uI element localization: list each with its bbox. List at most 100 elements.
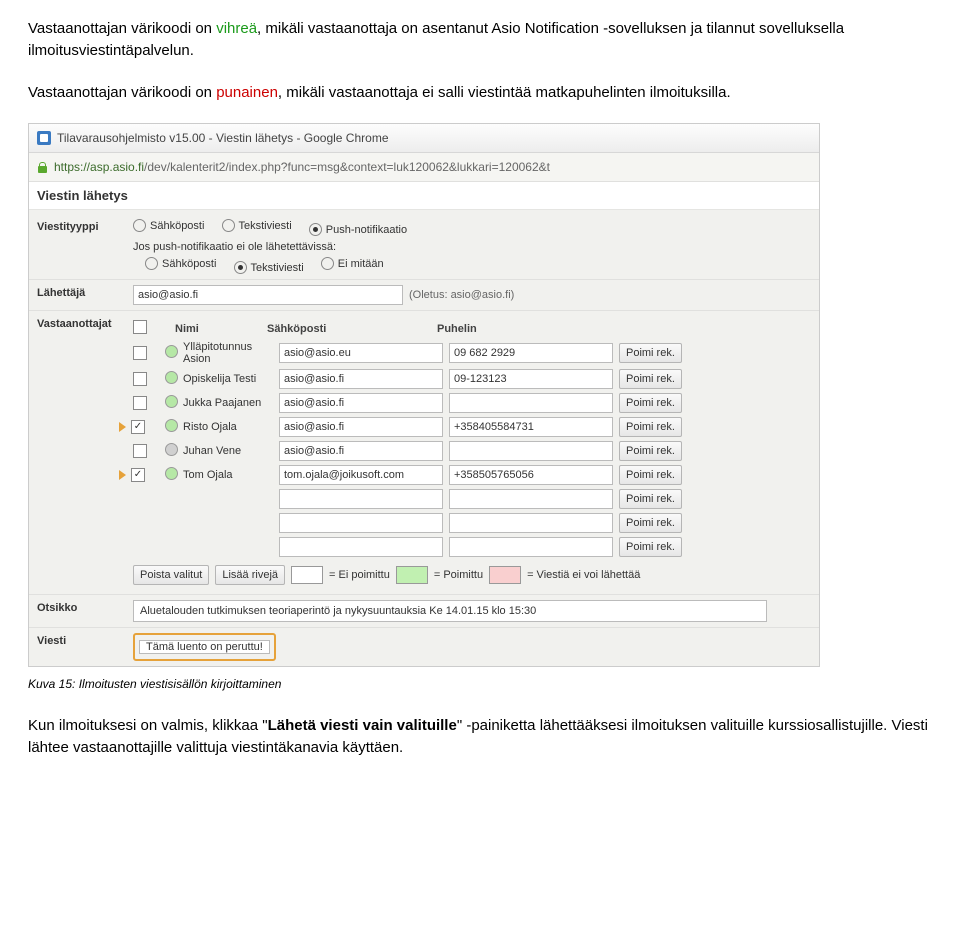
window-title: Tilavarausohjelmisto v15.00 - Viestin lä… <box>57 131 389 145</box>
recipient-email-input[interactable]: asio@asio.fi <box>279 393 443 413</box>
recipient-email-input[interactable]: asio@asio.eu <box>279 343 443 363</box>
recipient-name: Tom Ojala <box>183 469 279 481</box>
legend-unpicked: = Ei poimittu <box>329 569 390 581</box>
row-checkbox[interactable] <box>133 346 147 360</box>
message-input[interactable]: Tämä luento on peruttu! <box>139 640 270 654</box>
p3-bold: Lähetä viesti vain valituille <box>268 717 457 734</box>
radio-fb-sms[interactable]: Tekstiviesti <box>234 261 304 274</box>
recipient-name: Risto Ojala <box>183 421 279 433</box>
recipient-phone-input[interactable] <box>449 489 613 509</box>
label-subject: Otsikko <box>37 600 133 614</box>
window-titlebar: Tilavarausohjelmisto v15.00 - Viestin lä… <box>29 124 819 153</box>
label-message-type: Viestityyppi <box>37 219 133 233</box>
recipient-email-input[interactable] <box>279 537 443 557</box>
p2-text-2: , mikäli vastaanottaja ei salli viestint… <box>278 84 731 101</box>
recipient-phone-input[interactable]: +358405584731 <box>449 417 613 437</box>
status-dot-icon <box>165 395 178 408</box>
recipient-phone-input[interactable] <box>449 513 613 533</box>
row-message-type: Viestityyppi Sähköposti Tekstiviesti Pus… <box>29 214 819 280</box>
status-dot-icon <box>165 419 178 432</box>
url-path: /dev/kalenterit2/index.php?func=msg&cont… <box>144 160 550 174</box>
recipient-phone-input[interactable] <box>449 441 613 461</box>
radio-fb-sms-label: Tekstiviesti <box>251 262 304 274</box>
fallback-note: Jos push-notifikaatio ei ole lähetettävi… <box>133 241 811 253</box>
legend-nosend: = Viestiä ei voi lähettää <box>527 569 640 581</box>
radio-email-label: Sähköposti <box>150 220 204 232</box>
status-dot-icon <box>165 443 178 456</box>
pick-record-button[interactable]: Poimi rek. <box>619 513 682 533</box>
legend-swatch-picked <box>396 566 428 584</box>
col-email: Sähköposti <box>267 323 437 335</box>
form-area: Viestityyppi Sähköposti Tekstiviesti Pus… <box>29 210 819 666</box>
p1-green: vihreä <box>216 20 257 37</box>
recipient-email-input[interactable]: asio@asio.fi <box>279 441 443 461</box>
recipient-email-input[interactable]: asio@asio.fi <box>279 369 443 389</box>
row-subject: Otsikko Aluetalouden tutkimuksen teoriap… <box>29 594 819 628</box>
url-host: https://asp.asio.fi <box>54 160 144 174</box>
row-recipients: Vastaanottajat Nimi Sähköposti Puhelin Y… <box>29 311 819 594</box>
recipient-email-input[interactable]: asio@asio.fi <box>279 417 443 437</box>
row-checkbox[interactable] <box>133 396 147 410</box>
pick-record-button[interactable]: Poimi rek. <box>619 417 682 437</box>
legend-picked: = Poimittu <box>434 569 483 581</box>
outro-para: Kun ilmoituksesi on valmis, klikkaa "Läh… <box>28 715 932 759</box>
subject-input[interactable]: Aluetalouden tutkimuksen teoriaperintö j… <box>133 600 767 622</box>
arrow-right-icon <box>119 470 126 480</box>
row-checkbox[interactable] <box>133 372 147 386</box>
radio-push[interactable]: Push-notifikaatio <box>309 223 407 236</box>
pick-record-button[interactable]: Poimi rek. <box>619 393 682 413</box>
pick-record-button[interactable]: Poimi rek. <box>619 489 682 509</box>
row-checkbox[interactable] <box>133 444 147 458</box>
pick-record-button[interactable]: Poimi rek. <box>619 537 682 557</box>
radio-fb-none[interactable]: Ei mitään <box>321 257 384 270</box>
row-checkbox[interactable] <box>131 468 145 482</box>
radio-sms-label: Tekstiviesti <box>239 220 292 232</box>
p3-text-1: Kun ilmoituksesi on valmis, klikkaa " <box>28 717 268 734</box>
intro-para-2: Vastaanottajan värikoodi on punainen, mi… <box>28 82 932 104</box>
status-dot-icon <box>165 467 178 480</box>
col-name: Nimi <box>175 323 267 335</box>
radio-fb-email-label: Sähköposti <box>162 258 216 270</box>
radio-email[interactable]: Sähköposti <box>133 219 204 232</box>
table-row: Poimi rek. <box>133 487 811 511</box>
message-highlight: Tämä luento on peruttu! <box>133 633 276 661</box>
recipient-phone-input[interactable]: 09-123123 <box>449 369 613 389</box>
add-rows-button[interactable]: Lisää rivejä <box>215 565 285 585</box>
radio-sms[interactable]: Tekstiviesti <box>222 219 292 232</box>
recipient-name: Opiskelija Testi <box>183 373 279 385</box>
recipients-toolbar: Poista valitut Lisää rivejä = Ei poimitt… <box>133 559 811 589</box>
recipient-phone-input[interactable]: 09 682 2929 <box>449 343 613 363</box>
url-bar: https://asp.asio.fi/dev/kalenterit2/inde… <box>29 153 819 182</box>
pick-record-button[interactable]: Poimi rek. <box>619 441 682 461</box>
sender-default: (Oletus: asio@asio.fi) <box>409 289 514 301</box>
pick-record-button[interactable]: Poimi rek. <box>619 343 682 363</box>
col-phone: Puhelin <box>437 323 607 335</box>
table-row: Ylläpitotunnus Asionasio@asio.eu 09 682 2… <box>133 339 811 367</box>
pick-record-button[interactable]: Poimi rek. <box>619 465 682 485</box>
recipient-name: Ylläpitotunnus Asion <box>183 341 279 365</box>
recipient-phone-input[interactable] <box>449 393 613 413</box>
table-row: Juhan Veneasio@asio.fiPoimi rek. <box>133 439 811 463</box>
radio-fb-email[interactable]: Sähköposti <box>145 257 216 270</box>
checkbox-all[interactable] <box>133 320 147 334</box>
recipient-email-input[interactable] <box>279 489 443 509</box>
recipients-header: Nimi Sähköposti Puhelin <box>133 316 811 339</box>
table-row: Poimi rek. <box>133 535 811 559</box>
label-message: Viesti <box>37 633 133 647</box>
label-recipients: Vastaanottajat <box>37 316 133 330</box>
sender-input[interactable]: asio@asio.fi <box>133 285 403 305</box>
app-icon <box>37 131 51 145</box>
recipient-phone-input[interactable] <box>449 537 613 557</box>
row-checkbox[interactable] <box>131 420 145 434</box>
status-dot-icon <box>165 345 178 358</box>
lock-icon <box>37 162 48 173</box>
recipient-email-input[interactable]: tom.ojala@joikusoft.com <box>279 465 443 485</box>
intro-para-1: Vastaanottajan värikoodi on vihreä, mikä… <box>28 18 932 62</box>
remove-selected-button[interactable]: Poista valitut <box>133 565 209 585</box>
table-row: Risto Ojalaasio@asio.fi +358405584731 Poim… <box>133 415 811 439</box>
recipient-phone-input[interactable]: +358505765056 <box>449 465 613 485</box>
arrow-right-icon <box>119 422 126 432</box>
page-title: Viestin lähetys <box>29 182 819 210</box>
recipient-email-input[interactable] <box>279 513 443 533</box>
pick-record-button[interactable]: Poimi rek. <box>619 369 682 389</box>
